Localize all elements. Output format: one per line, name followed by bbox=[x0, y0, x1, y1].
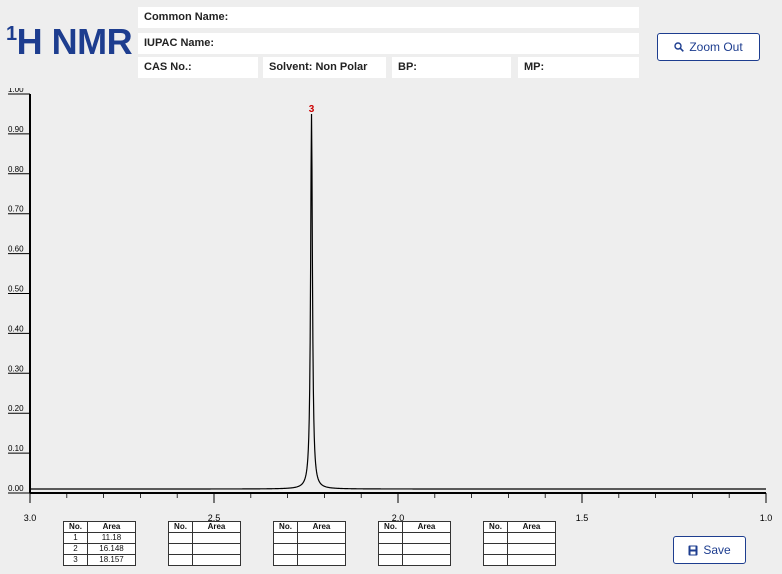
table-row bbox=[483, 554, 556, 566]
table-cell-area bbox=[192, 532, 241, 544]
table-cell-area bbox=[297, 543, 346, 555]
y-tick-label: 0.80 bbox=[8, 165, 24, 174]
x-tick-label: 1.0 bbox=[760, 513, 773, 523]
x-tick-label: 3.0 bbox=[24, 513, 37, 523]
table-cell-area bbox=[402, 532, 451, 544]
table-cell-no bbox=[378, 554, 403, 566]
boiling-point-field: BP: bbox=[392, 57, 511, 78]
y-tick-label: 0.10 bbox=[8, 444, 24, 453]
common-name-field: Common Name: bbox=[138, 7, 639, 28]
table-cell-no bbox=[378, 543, 403, 555]
table-cell-area: 18.157 bbox=[87, 554, 136, 566]
table-cell-no bbox=[483, 543, 508, 555]
table-row bbox=[273, 543, 346, 555]
table-cell-no: 1 bbox=[63, 532, 88, 544]
peak-table: No. Area bbox=[273, 521, 346, 566]
table-row bbox=[168, 543, 241, 555]
table-cell-area bbox=[402, 543, 451, 555]
peak-table: No. Area bbox=[483, 521, 556, 566]
table-header-area: Area bbox=[192, 521, 241, 533]
table-cell-area bbox=[297, 554, 346, 566]
iupac-name-field: IUPAC Name: bbox=[138, 33, 639, 54]
table-cell-area bbox=[507, 554, 556, 566]
peak-table: No. Area bbox=[168, 521, 241, 566]
table-cell-area: 11.18 bbox=[87, 532, 136, 544]
table-cell-area bbox=[402, 554, 451, 566]
table-header-no: No. bbox=[273, 521, 298, 533]
table-cell-area: 16.148 bbox=[87, 543, 136, 555]
table-cell-area bbox=[507, 543, 556, 555]
peak-labels: 3 bbox=[309, 104, 315, 115]
table-cell-no bbox=[378, 532, 403, 544]
table-row bbox=[378, 532, 451, 544]
table-header-area: Area bbox=[297, 521, 346, 533]
table-cell-area bbox=[192, 554, 241, 566]
y-tick-label: 0.30 bbox=[8, 364, 24, 373]
x-tick-label: 1.5 bbox=[576, 513, 589, 523]
peak-table: No. Area bbox=[378, 521, 451, 566]
page-title: 1H NMR bbox=[6, 21, 133, 68]
table-cell-no bbox=[273, 543, 298, 555]
spectrum-line bbox=[30, 113, 766, 490]
table-row bbox=[483, 543, 556, 555]
save-button[interactable]: Save bbox=[673, 536, 746, 564]
save-label: Save bbox=[703, 543, 731, 557]
table-header-no: No. bbox=[378, 521, 403, 533]
y-tick-label: 0.40 bbox=[8, 324, 24, 333]
y-tick-label: 1.00 bbox=[8, 88, 24, 94]
y-tick-label: 0.20 bbox=[8, 404, 24, 413]
table-header-no: No. bbox=[483, 521, 508, 533]
table-cell-no: 2 bbox=[63, 543, 88, 555]
y-tick-label: 0.70 bbox=[8, 205, 24, 214]
y-tick-label: 0.60 bbox=[8, 245, 24, 254]
cas-number-field: CAS No.: bbox=[138, 57, 258, 78]
table-cell-no: 3 bbox=[63, 554, 88, 566]
table-cell-no bbox=[168, 532, 193, 544]
floppy-disk-icon bbox=[688, 545, 698, 555]
table-row bbox=[273, 532, 346, 544]
table-cell-no bbox=[273, 554, 298, 566]
table-cell-no bbox=[168, 554, 193, 566]
peak-table: No. Area 1 11.18 2 16.148 3 18.157 bbox=[63, 521, 136, 566]
y-tick-label: 0.50 bbox=[8, 285, 24, 294]
table-header-no: No. bbox=[168, 521, 193, 533]
zoom-out-label: Zoom Out bbox=[689, 40, 743, 54]
table-cell-area bbox=[297, 532, 346, 544]
x-axis: 3.0 2.5 2.0 1.5 1.0 bbox=[24, 492, 773, 523]
table-cell-no bbox=[273, 532, 298, 544]
y-tick-label: 0.90 bbox=[8, 125, 24, 134]
table-row bbox=[168, 532, 241, 544]
table-cell-area bbox=[192, 543, 241, 555]
table-row: 3 18.157 bbox=[63, 554, 136, 566]
table-cell-no bbox=[483, 554, 508, 566]
table-header-no: No. bbox=[63, 521, 88, 533]
title-superscript: 1 bbox=[6, 23, 17, 45]
peak-label: 3 bbox=[309, 104, 315, 115]
table-header-area: Area bbox=[402, 521, 451, 533]
table-cell-no bbox=[168, 543, 193, 555]
table-row: 2 16.148 bbox=[63, 543, 136, 555]
table-header-area: Area bbox=[87, 521, 136, 533]
table-row bbox=[168, 554, 241, 566]
solvent-field: Solvent: Non Polar bbox=[263, 57, 386, 78]
table-row bbox=[378, 543, 451, 555]
nmr-spectrum-chart[interactable]: 0.00 0.10 0.20 0.30 0.40 0.50 0.60 0.70 0.80 0.90… bbox=[0, 88, 782, 524]
table-row bbox=[378, 554, 451, 566]
title-text: H NMR bbox=[16, 21, 133, 62]
y-tick-label: 0.00 bbox=[8, 484, 24, 493]
table-row bbox=[273, 554, 346, 566]
table-row: 1 11.18 bbox=[63, 532, 136, 544]
table-cell-area bbox=[507, 532, 556, 544]
y-axis: 0.00 0.10 0.20 0.30 0.40 0.50 0.60 0.70 0.80 0.90… bbox=[8, 88, 31, 494]
magnifier-icon bbox=[674, 42, 685, 52]
table-row bbox=[483, 532, 556, 544]
table-cell-no bbox=[483, 532, 508, 544]
table-header-area: Area bbox=[507, 521, 556, 533]
zoom-out-button[interactable]: Zoom Out bbox=[657, 33, 760, 61]
melting-point-field: MP: bbox=[518, 57, 639, 78]
